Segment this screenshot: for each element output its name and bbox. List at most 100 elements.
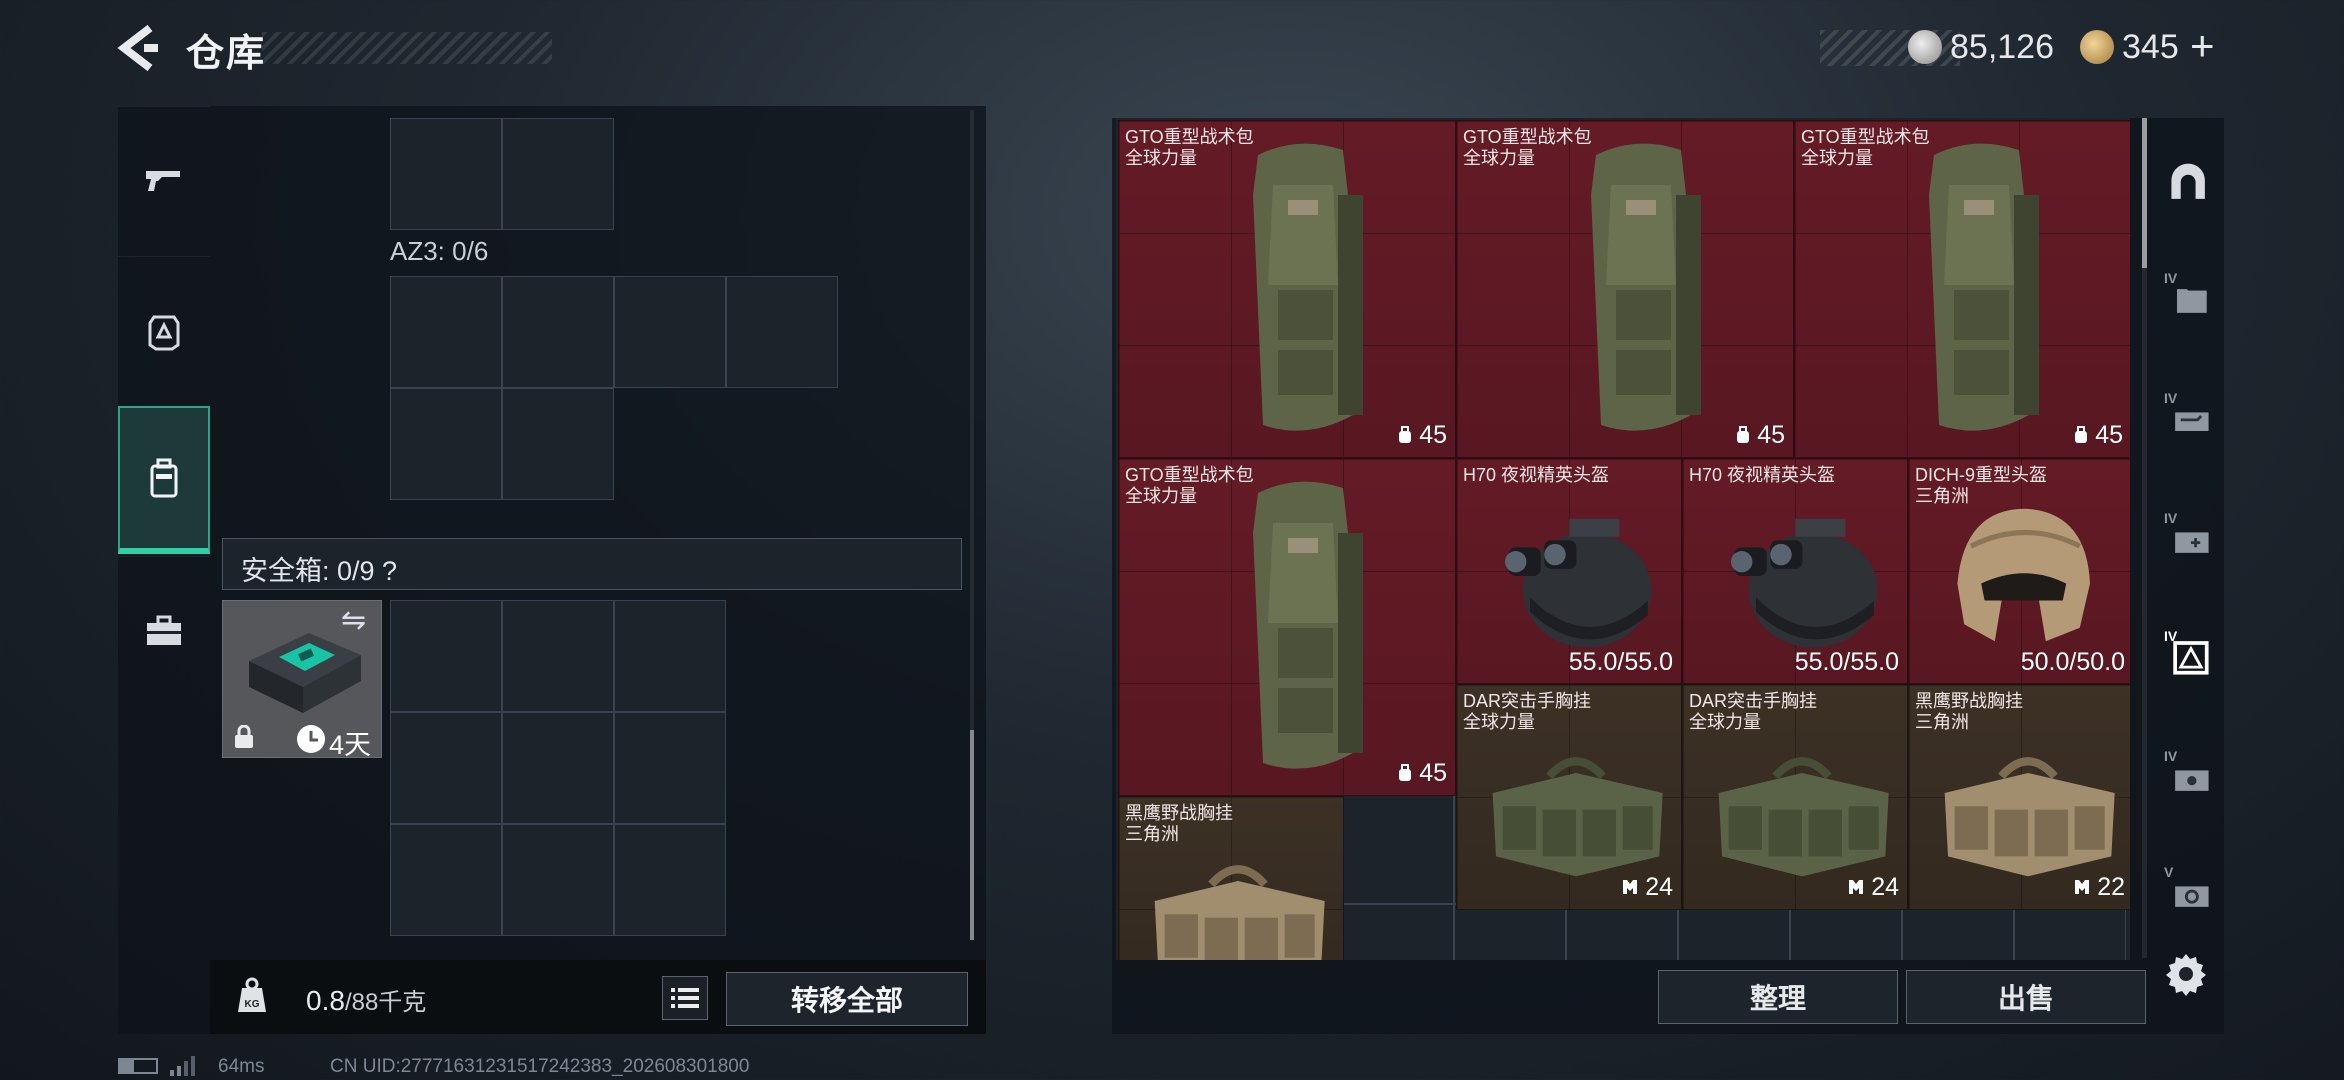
grid-cell[interactable] (390, 600, 502, 712)
weight-icon: KG (230, 976, 274, 1016)
grid-cell[interactable] (502, 118, 614, 230)
stash-grid-cell[interactable] (1678, 904, 1790, 960)
tier-label: IV (2164, 510, 2178, 526)
hideout-tab[interactable] (2162, 152, 2218, 216)
nvg-helmet-image (1505, 518, 1652, 648)
add-currency-button[interactable]: + (2190, 22, 2215, 70)
nvg-helmet-image (1731, 518, 1878, 648)
iv-2-tab[interactable]: IV (2162, 386, 2218, 450)
item-title: 黑鹰野战胸挂 (1915, 691, 2023, 711)
backpack-capacity-icon (1397, 422, 1413, 451)
grid-cell[interactable] (502, 388, 614, 500)
grid-cell[interactable] (614, 600, 726, 712)
iv-1-tab[interactable]: IV (2162, 266, 2218, 330)
item-name: GTO重型战术包 全球力量 (1125, 127, 1254, 169)
stash-grid: GTO重型战术包 全球力量 45 GTO重型战术包 全球力量 45 GTO重型战术包 全球力量… (1116, 118, 2130, 960)
grid-cell[interactable] (390, 118, 502, 230)
grid-cell[interactable] (726, 276, 838, 388)
sell-button[interactable]: 出售 (1906, 970, 2146, 1024)
backpack-image (1591, 143, 1701, 431)
stash-category-nav: IV IV IV IV IV V (2152, 118, 2224, 968)
grid-cell[interactable] (390, 824, 502, 936)
stash-item[interactable]: 黑鹰野战胸挂 三角洲 (1118, 796, 1344, 960)
grid-cell[interactable] (502, 600, 614, 712)
backpack-capacity-icon (2073, 422, 2089, 451)
stash-item[interactable]: GTO重型战术包 全球力量 45 (1794, 120, 2130, 458)
backpack-capacity-icon (1397, 760, 1413, 789)
sort-button[interactable]: 整理 (1658, 970, 1898, 1024)
battery-icon (118, 1058, 158, 1074)
grid-cell[interactable] (502, 276, 614, 388)
stash-item[interactable]: GTO重型战术包 全球力量 45 (1118, 120, 1456, 458)
stash-item[interactable]: DICH-9重型头盔 三角洲 50.0/50.0 (1908, 458, 2130, 684)
stash-item[interactable]: DAR突击手胸挂 全球力量 24 (1456, 684, 1682, 910)
grid-cell[interactable] (390, 712, 502, 824)
gold-coin-amount: 345 (2122, 28, 2179, 66)
stash-item[interactable]: H70 夜视精英头盔 55.0/55.0 (1682, 458, 1908, 684)
item-faction: 全球力量 (1125, 486, 1197, 506)
title-decoration (262, 32, 552, 64)
item-stat-value: 24 (1645, 873, 1673, 902)
item-stat: 24 (1621, 873, 1673, 903)
item-stat-value: 22 (2097, 873, 2125, 902)
item-stat-value: 50.0/50.0 (2020, 648, 2125, 676)
backpack-icon (150, 458, 178, 498)
item-name: DICH-9重型头盔 三角洲 (1915, 465, 2047, 507)
stash-grid-cell[interactable] (1566, 904, 1678, 960)
grid-cell[interactable] (390, 276, 502, 388)
stash-item[interactable]: 黑鹰野战胸挂 三角洲 22 (1908, 684, 2130, 910)
iv-3-tab[interactable]: IV (2162, 506, 2218, 570)
backpack-image (1929, 143, 2039, 431)
swap-icon[interactable]: ⇋ (341, 603, 366, 638)
page-title: 仓库 (186, 33, 267, 75)
v-tab[interactable]: V (2162, 860, 2218, 924)
back-arrow-icon[interactable] (112, 22, 164, 74)
backpack-tab[interactable] (118, 406, 210, 554)
item-stat: 45 (1735, 421, 1785, 451)
stash-item[interactable]: GTO重型战术包 全球力量 45 (1118, 458, 1456, 796)
stash-item[interactable]: GTO重型战术包 全球力量 45 (1456, 120, 1794, 458)
safe-box-header: 安全箱: 0/9 ? (222, 538, 962, 590)
item-faction: 三角洲 (1915, 486, 1969, 506)
item-stat-value: 55.0/55.0 (1568, 648, 1673, 676)
tier-label: IV (2164, 748, 2178, 764)
iv-5-tab[interactable]: IV (2162, 744, 2218, 808)
grid-cell[interactable] (614, 712, 726, 824)
grid-cell[interactable] (614, 276, 726, 388)
safe-box-label[interactable]: 安全箱: 0/9 ? (241, 549, 397, 588)
stash-grid-cell[interactable] (1342, 792, 1454, 904)
stash-grid-cell[interactable] (1342, 904, 1454, 960)
safe-box-item[interactable]: ⇋ 4天 (222, 600, 382, 760)
clock-icon (297, 725, 325, 753)
item-name: DAR突击手胸挂 全球力量 (1689, 691, 1817, 733)
item-faction: 三角洲 (1915, 712, 1969, 732)
item-faction: 全球力量 (1463, 712, 1535, 732)
backpack-capacity-icon (1735, 422, 1751, 451)
grid-cell[interactable] (502, 712, 614, 824)
stash-grid-cell[interactable] (2014, 904, 2126, 960)
iv-4-tab[interactable]: IV (2162, 624, 2218, 688)
item-title: H70 夜视精英头盔 (1689, 465, 1836, 485)
transfer-all-button[interactable]: 转移全部 (726, 972, 968, 1026)
stash-item[interactable]: H70 夜视精英头盔 55.0/55.0 (1456, 458, 1682, 684)
list-view-button[interactable] (662, 976, 708, 1020)
stash-item[interactable]: DAR突击手胸挂 全球力量 24 (1682, 684, 1908, 910)
az3-capacity-label: AZ3: 0/6 (390, 236, 489, 266)
equipment-tab[interactable] (118, 256, 210, 404)
stash-grid-cell[interactable] (1902, 904, 2014, 960)
item-name: GTO重型战术包 全球力量 (1463, 127, 1592, 169)
toolbox-tab[interactable] (118, 556, 210, 704)
stash-scrollbar-thumb[interactable] (2142, 118, 2147, 268)
grid-cell[interactable] (502, 824, 614, 936)
loadout-scrollbar-thumb[interactable] (970, 730, 974, 940)
stash-grid-cell[interactable] (1790, 904, 1902, 960)
item-name: H70 夜视精英头盔 (1463, 465, 1609, 486)
grid-cell[interactable] (614, 824, 726, 936)
weapons-tab[interactable] (118, 106, 210, 254)
stash-grid-cell[interactable] (1454, 904, 1566, 960)
backpack-image (1253, 143, 1363, 431)
grid-cell[interactable] (390, 388, 502, 500)
green-rig-image (1718, 757, 1889, 877)
vest-capacity-icon (1847, 874, 1865, 903)
settings-gear-icon[interactable] (2162, 950, 2210, 998)
